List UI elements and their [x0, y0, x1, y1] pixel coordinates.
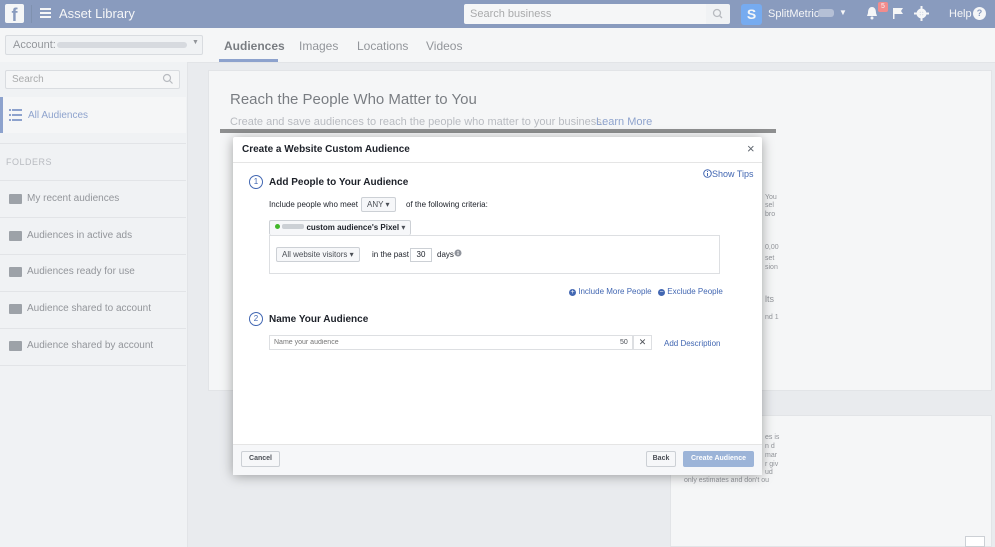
plus-icon: +	[569, 289, 576, 296]
include-suffix: of the following criteria:	[406, 200, 488, 209]
character-count: 50	[620, 339, 628, 346]
status-dot-icon	[275, 224, 280, 229]
visitors-dropdown[interactable]: All website visitors ▾	[276, 247, 360, 262]
chat-icon[interactable]	[965, 536, 985, 547]
link-label: Include More People	[578, 287, 652, 296]
include-prefix: Include people who meet	[269, 200, 358, 209]
link-label: Exclude People	[667, 287, 723, 296]
step-title: Name Your Audience	[269, 314, 369, 325]
add-description-link[interactable]: Add Description	[664, 339, 720, 348]
step-title: Add People to Your Audience	[269, 177, 409, 188]
show-tips-label: Show Tips	[712, 169, 754, 179]
match-type-dropdown[interactable]: ANY ▾	[361, 197, 396, 212]
close-icon[interactable]: ×	[747, 141, 755, 156]
clear-icon[interactable]: ✕	[633, 335, 652, 350]
step-number: 2	[249, 312, 263, 326]
days-label: days	[437, 250, 454, 259]
audience-name-input[interactable]	[269, 335, 633, 350]
dropdown-value: custom audience's Pixel	[306, 223, 400, 232]
info-icon	[703, 169, 712, 178]
show-tips-link[interactable]: Show Tips	[703, 169, 754, 179]
pixel-name-redacted	[282, 224, 305, 229]
chevron-down-icon: ▾	[349, 250, 354, 259]
dropdown-value: ANY	[367, 200, 384, 209]
create-audience-button[interactable]: Create Audience	[683, 451, 754, 467]
info-icon[interactable]	[454, 249, 462, 257]
exclude-people-link[interactable]: − Exclude People	[658, 287, 723, 296]
pixel-source-dropdown[interactable]: custom audience's Pixel ▾	[269, 220, 412, 235]
cancel-button[interactable]: Cancel	[241, 451, 280, 467]
chevron-down-icon: ▾	[401, 223, 406, 232]
chevron-down-icon: ▾	[385, 200, 390, 209]
step-number: 1	[249, 175, 263, 189]
include-more-people-link[interactable]: + Include More People	[569, 287, 652, 296]
dropdown-value: All website visitors	[282, 250, 348, 259]
minus-icon: −	[658, 289, 665, 296]
back-button[interactable]: Back	[646, 451, 676, 467]
days-input[interactable]: 30	[410, 248, 432, 262]
modal-title: Create a Website Custom Audience	[242, 144, 410, 155]
in-the-past-label: in the past	[372, 250, 409, 259]
